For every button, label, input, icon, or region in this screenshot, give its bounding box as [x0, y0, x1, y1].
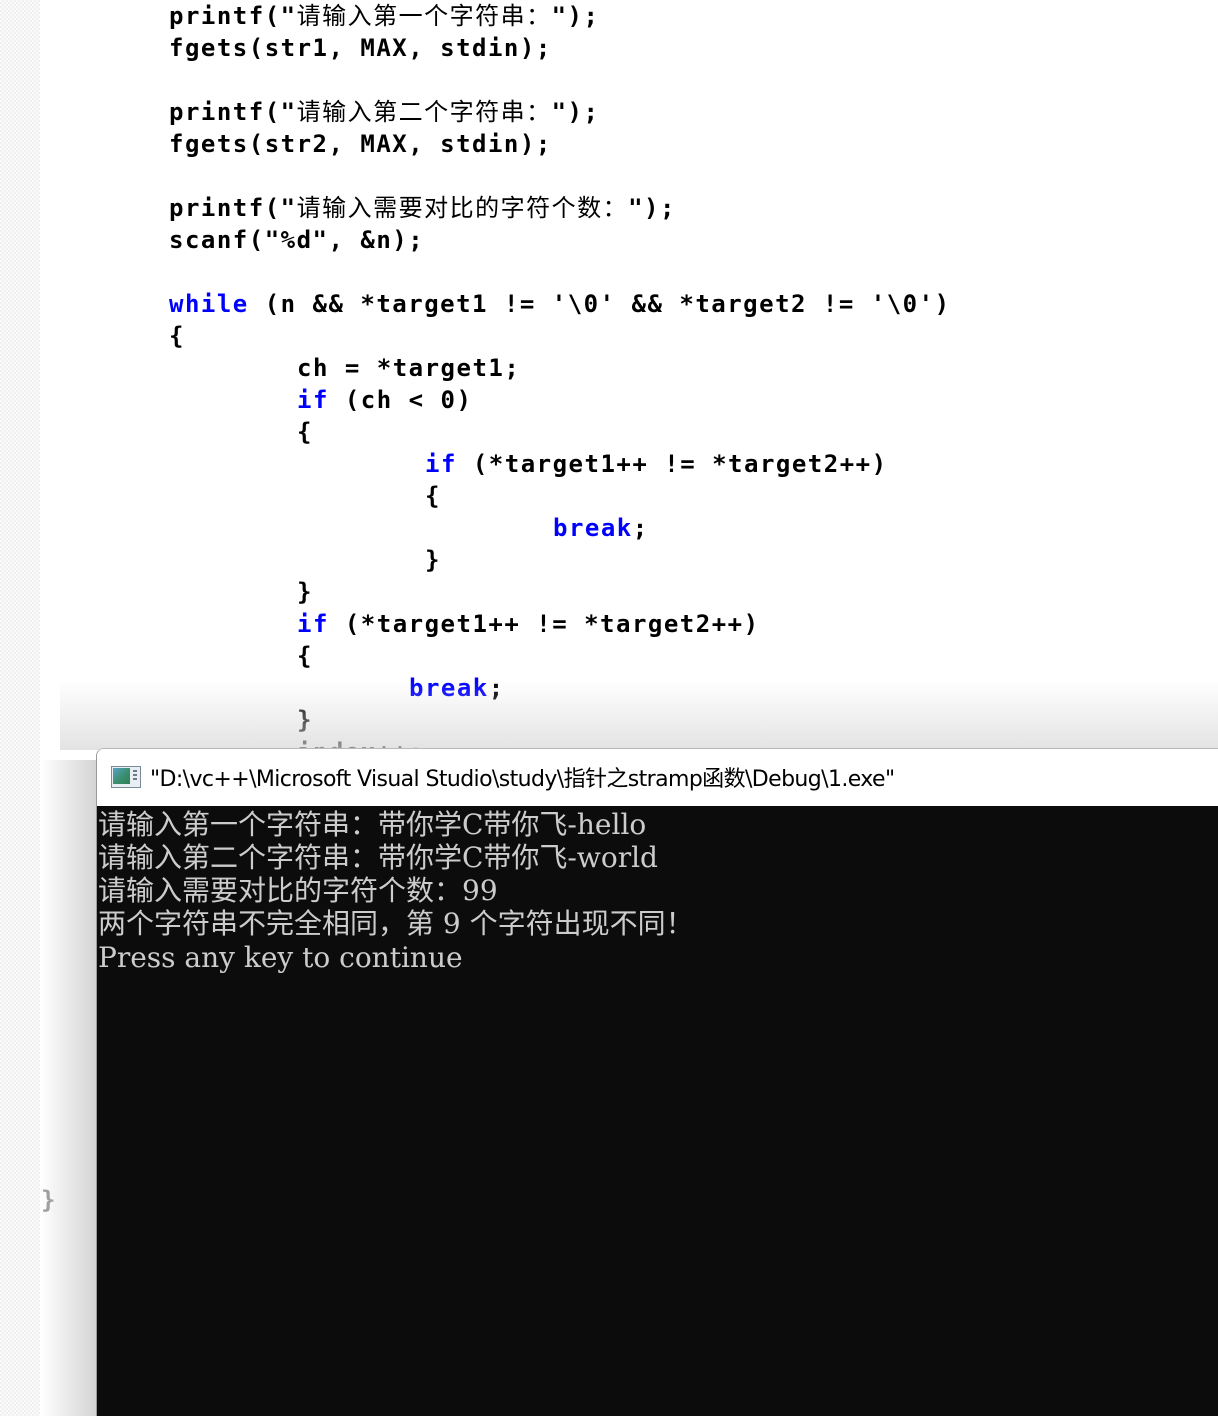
- code-text: ;: [632, 514, 649, 542]
- code-string-text: 请输入第二个字符串：: [296, 98, 552, 126]
- code-text: printf(": [169, 2, 297, 30]
- code-line: printf("请输入需要对比的字符个数：");: [169, 192, 676, 224]
- code-line: {: [297, 640, 313, 672]
- code-line: printf("请输入第二个字符串：");: [169, 96, 599, 128]
- code-line: break;: [553, 512, 649, 544]
- code-line: if (*target1++ != *target2++): [297, 608, 760, 640]
- editor-gutter: [0, 0, 40, 1416]
- code-text: (ch < 0): [328, 386, 473, 414]
- code-line: if (ch < 0): [297, 384, 472, 416]
- code-line: fgets(str1, MAX, stdin);: [169, 32, 552, 64]
- code-keyword: if: [425, 450, 457, 478]
- code-line: if (*target1++ != *target2++): [425, 448, 888, 480]
- code-line: }: [425, 544, 441, 576]
- code-keyword: break: [553, 514, 633, 542]
- code-text: ch = *target1;: [297, 354, 521, 382]
- console-title: "D:\vc++\Microsoft Visual Studio\study\指…: [150, 767, 895, 792]
- code-text: {: [297, 418, 313, 446]
- code-text: {: [297, 642, 313, 670]
- code-text: printf(": [169, 98, 297, 126]
- window-shadow: [60, 680, 1218, 750]
- console-output-line: 请输入第一个字符串：带你学C带你飞-hello: [98, 808, 647, 841]
- code-text: ");: [551, 98, 600, 126]
- console-app-icon: [111, 766, 141, 788]
- code-text: (*target1++ != *target2++): [456, 450, 888, 478]
- window-shadow-left: [40, 760, 96, 1416]
- code-text: (*target1++ != *target2++): [328, 610, 760, 638]
- code-keyword: while: [169, 290, 249, 318]
- code-keyword: if: [297, 610, 329, 638]
- code-line: scanf("%d", &n);: [169, 224, 424, 256]
- code-text: ");: [628, 194, 676, 222]
- code-keyword: if: [297, 386, 329, 414]
- code-string-text: 请输入第一个字符串：: [296, 2, 552, 30]
- console-output[interactable]: 请输入第一个字符串：带你学C带你飞-hello 请输入第二个字符串：带你学C带你…: [97, 806, 1218, 1416]
- code-text: ");: [551, 2, 600, 30]
- code-line: {: [297, 416, 313, 448]
- code-text: fgets(str2, MAX, stdin);: [169, 130, 552, 158]
- code-line: ch = *target1;: [297, 352, 520, 384]
- code-text: (n && *target1 != '\0' && *target2 != '\…: [248, 290, 951, 318]
- console-title-bar[interactable]: "D:\vc++\Microsoft Visual Studio\study\指…: [97, 749, 1218, 805]
- console-output-line: 两个字符串不完全相同，第 9 个字符出现不同！: [98, 907, 694, 940]
- code-line: fgets(str2, MAX, stdin);: [169, 128, 552, 160]
- code-string-text: 请输入需要对比的字符个数：: [296, 194, 629, 222]
- code-line: {: [169, 320, 185, 352]
- code-text: fgets(str1, MAX, stdin);: [169, 34, 552, 62]
- code-line: printf("请输入第一个字符串：");: [169, 0, 599, 32]
- code-text: printf(": [169, 194, 297, 222]
- console-output-line: Press any key to continue: [98, 941, 463, 974]
- console-output-line: 请输入需要对比的字符个数：99: [98, 874, 498, 907]
- code-text: {: [425, 482, 441, 510]
- code-text: scanf("%d", &n);: [169, 226, 425, 254]
- code-text: {: [169, 322, 185, 350]
- code-text: }: [425, 546, 441, 574]
- code-line: }: [297, 576, 313, 608]
- console-window[interactable]: "D:\vc++\Microsoft Visual Studio\study\指…: [96, 748, 1218, 1416]
- code-line: {: [425, 480, 441, 512]
- code-line: while (n && *target1 != '\0' && *target2…: [169, 288, 951, 320]
- console-output-line: 请输入第二个字符串：带你学C带你飞-world: [98, 841, 658, 874]
- code-text: }: [297, 578, 313, 606]
